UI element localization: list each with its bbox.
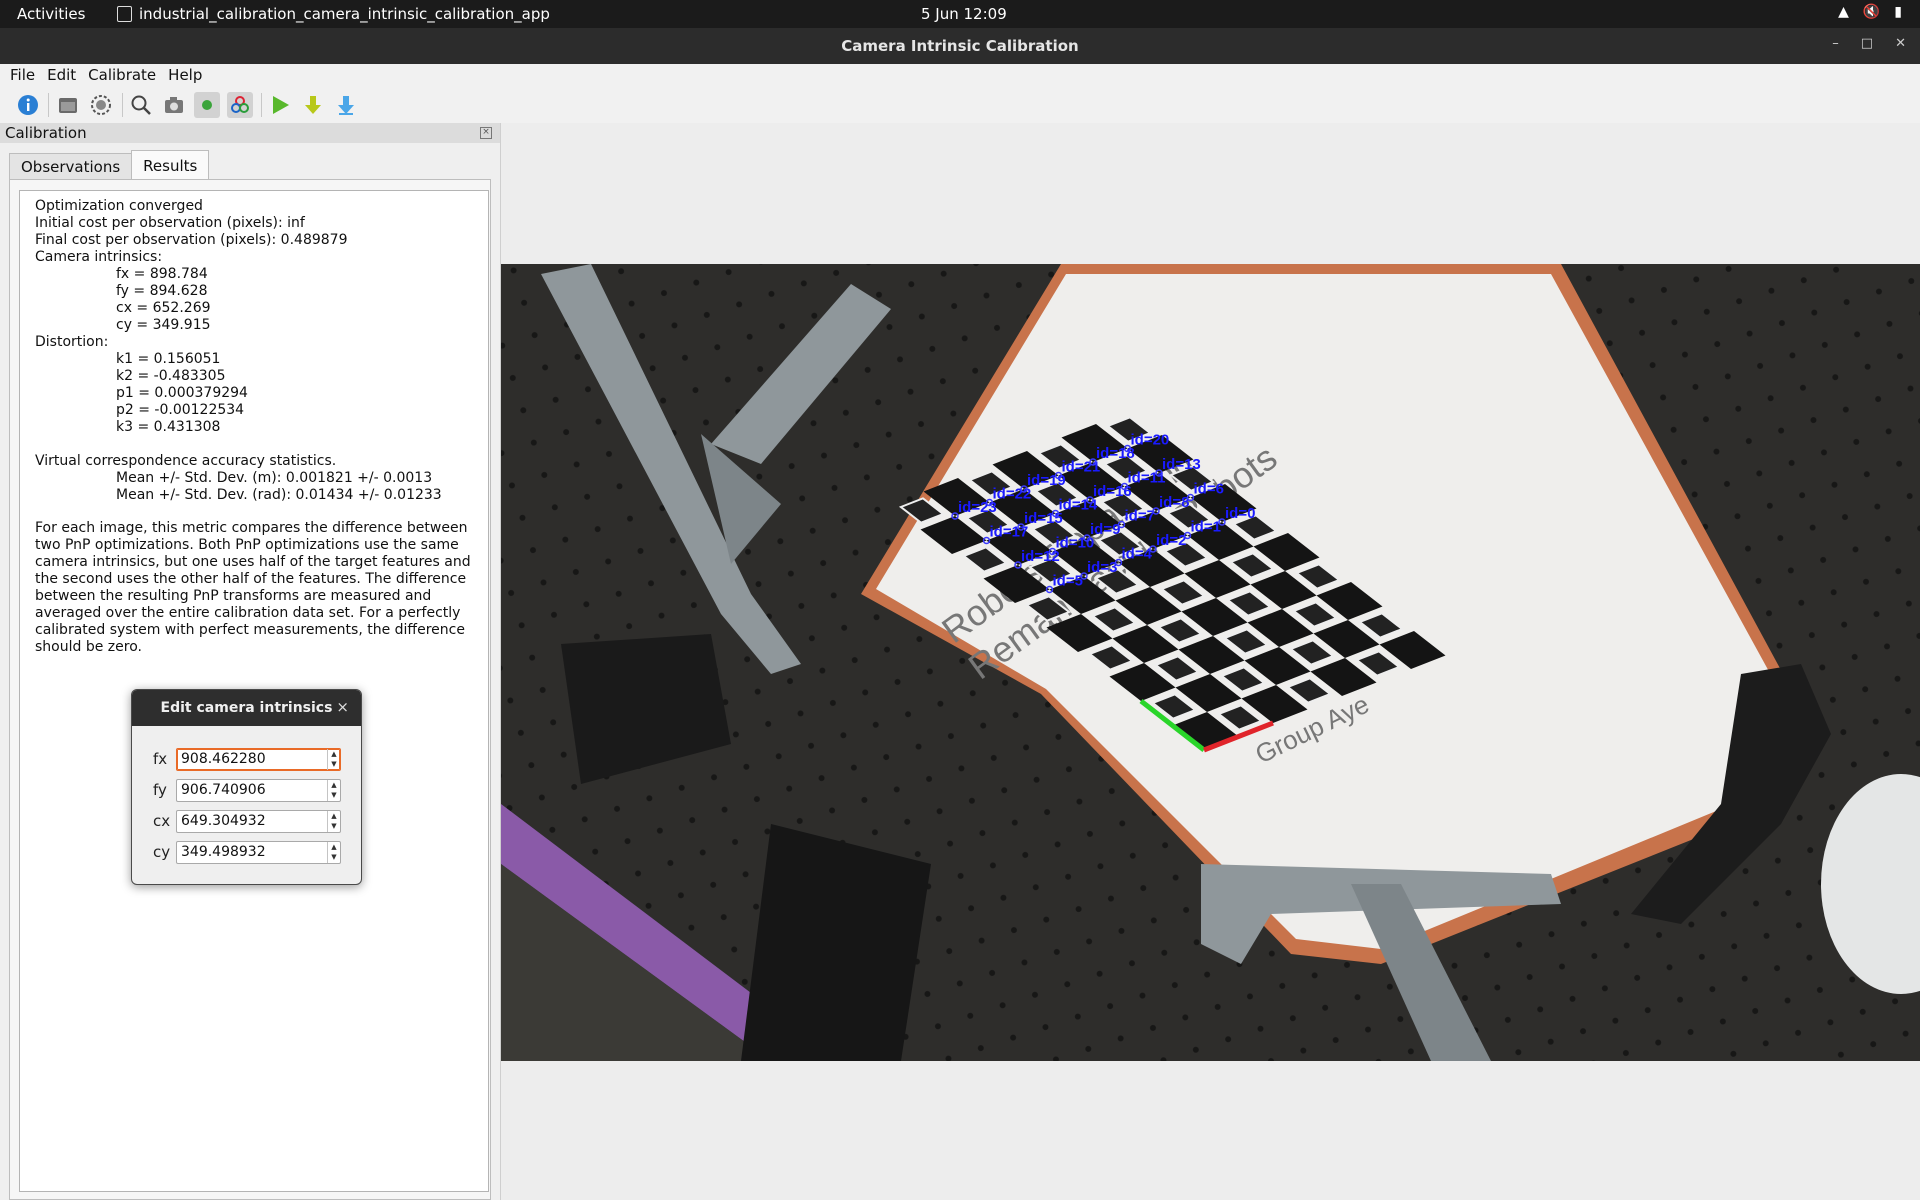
dock-tabs: Observations Results bbox=[9, 150, 210, 182]
distortion-p2: p2 = -0.00122534 bbox=[116, 402, 245, 418]
menu-file[interactable]: File bbox=[0, 64, 35, 87]
settings-gear-icon[interactable] bbox=[88, 92, 114, 118]
dialog-title-bar: Edit camera intrinsics × bbox=[132, 690, 361, 726]
marker-label: id=7 bbox=[1125, 508, 1155, 525]
result-line: Distortion: bbox=[35, 334, 109, 350]
marker-label: id=5 bbox=[1053, 573, 1083, 590]
marker-label: id=19 bbox=[1027, 472, 1066, 489]
marker-label: id=13 bbox=[1162, 456, 1201, 473]
field-label: fy bbox=[153, 781, 167, 799]
dock-title: Calibration bbox=[5, 124, 87, 142]
system-tray[interactable]: ▲ 🔇 ▮ bbox=[1838, 4, 1902, 20]
toolbar-separator bbox=[48, 93, 49, 117]
marker-label: id=17 bbox=[990, 524, 1029, 541]
download-icon[interactable] bbox=[300, 92, 326, 118]
intrinsic-cx: cx = 652.269 bbox=[116, 300, 211, 316]
field-label: cy bbox=[153, 843, 171, 861]
marker-label: id=18 bbox=[1096, 445, 1135, 462]
metric-explanation: For each image, this metric compares the… bbox=[35, 520, 471, 655]
mean-std-rad: Mean +/- Std. Dev. (rad): 0.01434 +/- 0.… bbox=[116, 487, 442, 503]
marker-label: id=10 bbox=[1056, 535, 1095, 552]
edit-intrinsics-dialog: Edit camera intrinsics × fx 908.462280 ▲ ▼… bbox=[131, 689, 362, 885]
marker-label: id=0 bbox=[1225, 505, 1255, 522]
fy-spinbox[interactable]: 906.740906 ▲ ▼ bbox=[176, 779, 341, 802]
intrinsic-cy: cy = 349.915 bbox=[116, 317, 211, 333]
dialog-title: Edit camera intrinsics bbox=[160, 700, 333, 716]
tab-observations[interactable]: Observations bbox=[9, 153, 133, 180]
close-icon[interactable]: ✕ bbox=[1895, 36, 1906, 51]
menu-edit[interactable]: Edit bbox=[37, 64, 76, 87]
distortion-k1: k1 = 0.156051 bbox=[116, 351, 221, 367]
marker-label: id=9 bbox=[1090, 521, 1120, 538]
system-top-bar: Activities industrial_calibration_camera… bbox=[0, 0, 1920, 28]
activities-button[interactable]: Activities bbox=[17, 5, 85, 23]
menu-calibrate[interactable]: Calibrate bbox=[78, 64, 156, 87]
spin-arrows-icon[interactable]: ▲ ▼ bbox=[327, 780, 340, 801]
window-title: Camera Intrinsic Calibration bbox=[841, 37, 1079, 55]
result-line: Camera intrinsics: bbox=[35, 249, 163, 265]
result-line: Optimization converged bbox=[35, 198, 203, 214]
field-label: fx bbox=[153, 750, 168, 768]
menu-bar: File Edit Calibrate Help bbox=[0, 64, 1920, 87]
marker-label: id=22 bbox=[993, 486, 1032, 503]
marker-label: id=21 bbox=[1062, 459, 1101, 476]
cy-spinbox[interactable]: 349.498932 ▲ ▼ bbox=[176, 841, 341, 864]
spin-arrows-icon[interactable]: ▲ ▼ bbox=[327, 842, 340, 863]
minimize-icon[interactable]: – bbox=[1832, 36, 1839, 51]
distortion-k2: k2 = -0.483305 bbox=[116, 368, 226, 384]
intrinsic-fy: fy = 894.628 bbox=[116, 283, 208, 299]
mean-std-m: Mean +/- Std. Dev. (m): 0.001821 +/- 0.0… bbox=[116, 470, 433, 486]
result-line: Virtual correspondence accuracy statisti… bbox=[35, 453, 337, 469]
distortion-k3: k3 = 0.431308 bbox=[116, 419, 221, 435]
marker-label: id=2 bbox=[1156, 532, 1186, 549]
dock-close-icon[interactable]: × bbox=[480, 127, 492, 139]
toolbar-separator bbox=[122, 93, 123, 117]
info-icon[interactable] bbox=[15, 92, 41, 118]
intrinsic-fx: fx = 898.784 bbox=[116, 266, 208, 282]
field-label: cx bbox=[153, 812, 171, 830]
clock[interactable]: 5 Jun 12:09 bbox=[921, 5, 1007, 23]
window-title-bar: Camera Intrinsic Calibration – □ ✕ bbox=[0, 28, 1920, 64]
save-icon[interactable] bbox=[333, 92, 359, 118]
maximize-icon[interactable]: □ bbox=[1861, 36, 1873, 51]
marker-label: id=1 bbox=[1191, 519, 1221, 536]
menu-help[interactable]: Help bbox=[158, 64, 202, 87]
marker-label: id=11 bbox=[1128, 470, 1166, 487]
volume-muted-icon: 🔇 bbox=[1862, 4, 1881, 20]
marker-label: id=23 bbox=[958, 499, 997, 516]
spin-arrows-icon[interactable]: ▲ ▼ bbox=[327, 811, 340, 832]
record-dot-icon[interactable] bbox=[194, 92, 220, 118]
focused-app-title[interactable]: industrial_calibration_camera_intrinsic_… bbox=[139, 5, 550, 23]
robot-target-icon[interactable] bbox=[227, 92, 253, 118]
calibration-dock: Calibration × Observations Results Optim… bbox=[0, 123, 501, 1200]
camera-image[interactable]: Robots Repair and Remanufacture Robots G… bbox=[501, 264, 1920, 1061]
marker-label: id=12 bbox=[1021, 548, 1060, 565]
marker-label: id=4 bbox=[1122, 546, 1153, 563]
marker-label: id=20 bbox=[1131, 432, 1170, 449]
marker-label: id=16 bbox=[1093, 483, 1132, 500]
open-folder-icon[interactable] bbox=[55, 92, 81, 118]
tab-results[interactable]: Results bbox=[131, 150, 210, 182]
fx-spinbox[interactable]: 908.462280 ▲ ▼ bbox=[176, 748, 341, 771]
marker-label: id=3 bbox=[1087, 559, 1117, 576]
toolbar bbox=[0, 87, 1920, 124]
marker-label: id=8 bbox=[1159, 494, 1189, 511]
cx-spinbox[interactable]: 649.304932 ▲ ▼ bbox=[176, 810, 341, 833]
camera-icon[interactable] bbox=[161, 92, 187, 118]
result-line: Initial cost per observation (pixels): i… bbox=[35, 215, 305, 231]
marker-label: id=6 bbox=[1194, 481, 1224, 498]
app-icon bbox=[117, 6, 132, 22]
play-icon[interactable] bbox=[267, 92, 293, 118]
dock-title-bar: Calibration × bbox=[0, 123, 500, 143]
marker-label: id=15 bbox=[1024, 510, 1063, 527]
result-line: Final cost per observation (pixels): 0.4… bbox=[35, 232, 348, 248]
spin-arrows-icon[interactable]: ▲ ▼ bbox=[327, 749, 340, 770]
distortion-p1: p1 = 0.000379294 bbox=[116, 385, 248, 401]
image-viewer: Robots Repair and Remanufacture Robots G… bbox=[501, 123, 1920, 1200]
wifi-icon: ▲ bbox=[1838, 4, 1849, 20]
dialog-close-icon[interactable]: × bbox=[336, 698, 349, 716]
zoom-inspect-icon[interactable] bbox=[128, 92, 154, 118]
toolbar-separator bbox=[261, 93, 262, 117]
battery-icon: ▮ bbox=[1894, 4, 1902, 20]
